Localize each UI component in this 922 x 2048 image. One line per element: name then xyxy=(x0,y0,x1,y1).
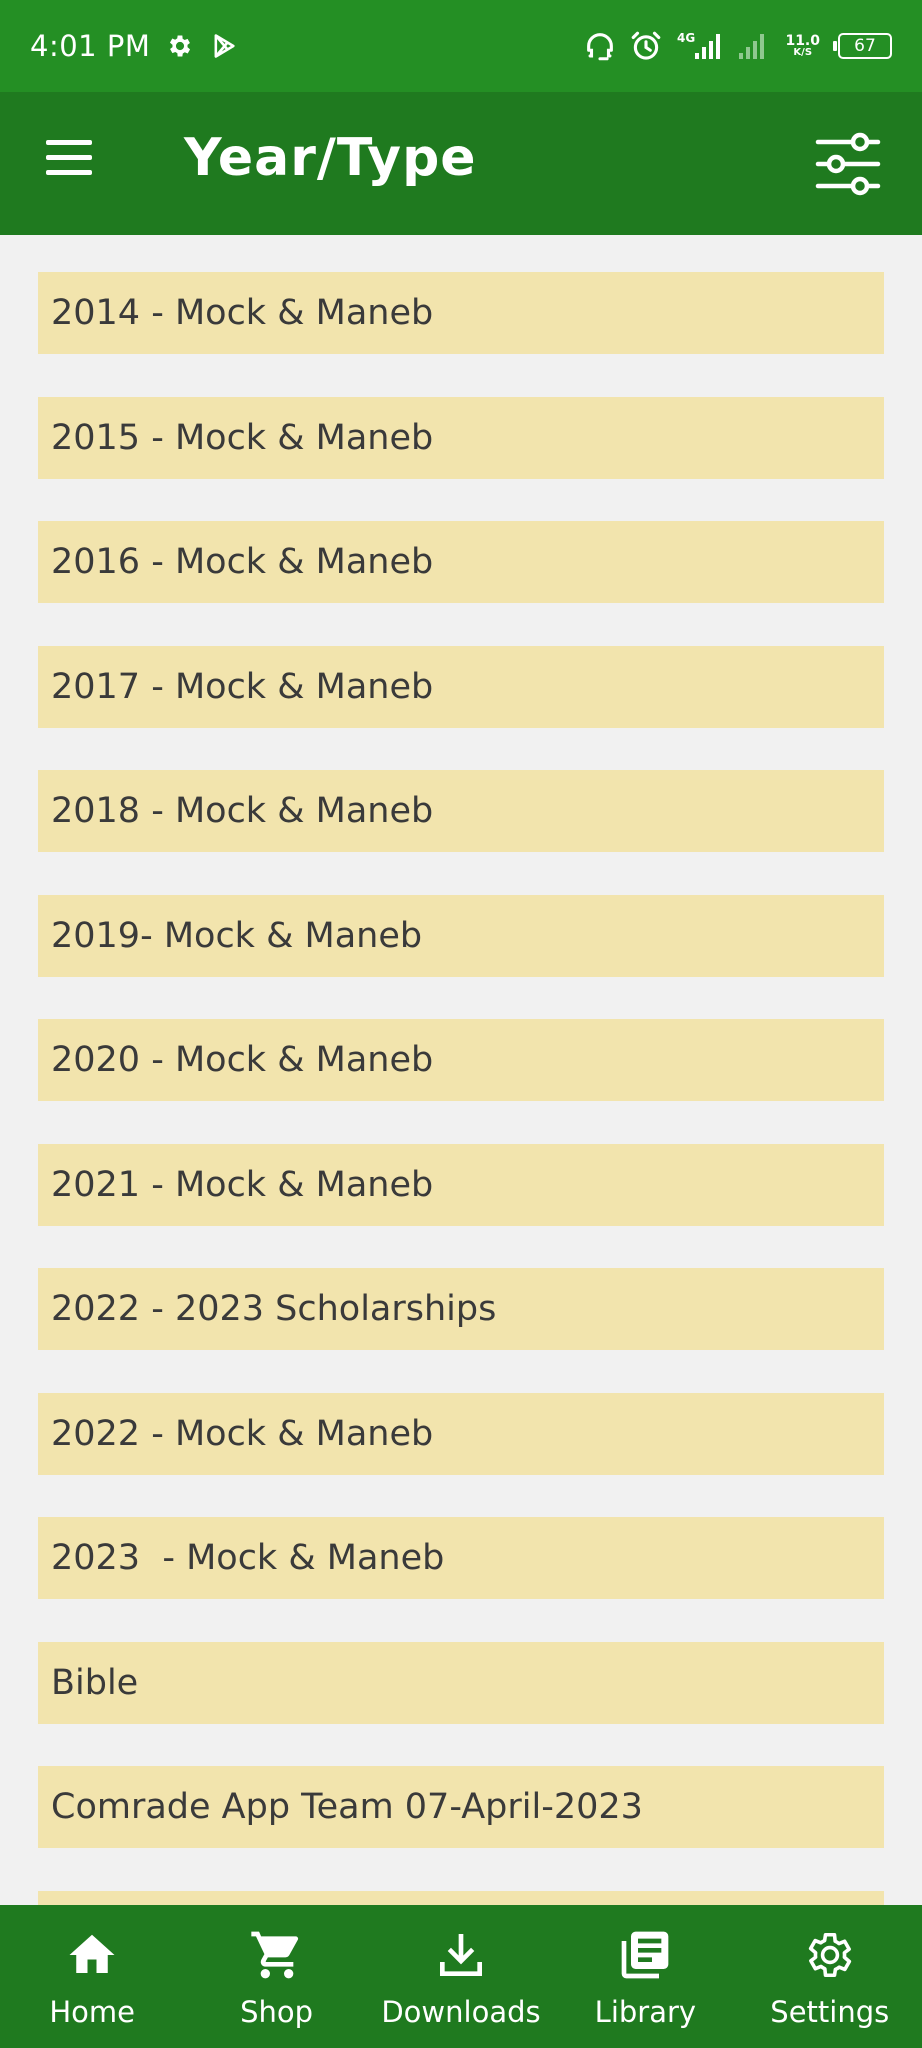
app-bar: Year/Type xyxy=(0,92,922,235)
bottom-nav: Home Shop Downloads Library Settings xyxy=(0,1905,922,2048)
nav-settings-label: Settings xyxy=(770,1995,890,2029)
list-item-2019[interactable]: 2019- Mock & Maneb xyxy=(38,894,884,977)
nav-library[interactable]: Library xyxy=(553,1905,737,2048)
nav-shop[interactable]: Shop xyxy=(184,1905,368,2048)
list-item-2015[interactable]: 2015 - Mock & Maneb xyxy=(38,396,884,479)
hamburger-icon xyxy=(46,140,92,145)
list-item-comrade-app-team[interactable]: Comrade App Team 07-April-2023 xyxy=(38,1766,884,1848)
list-item-2018[interactable]: 2018 - Mock & Maneb xyxy=(38,770,884,852)
headset-icon xyxy=(583,29,617,63)
net-speed-value: 11.0 xyxy=(785,33,820,49)
list-item-2017[interactable]: 2017 - Mock & Maneb xyxy=(38,645,884,728)
play-store-icon xyxy=(210,32,238,60)
download-icon xyxy=(433,1927,489,1983)
gear-icon xyxy=(166,32,194,60)
nav-downloads[interactable]: Downloads xyxy=(369,1905,553,2048)
year-type-list[interactable]: 2014 - Mock & Maneb 2015 - Mock & Maneb … xyxy=(0,235,922,1905)
nav-home[interactable]: Home xyxy=(0,1905,184,2048)
filter-button[interactable] xyxy=(814,130,882,198)
nav-home-label: Home xyxy=(49,1995,136,2029)
signal-4g-icon: 4G xyxy=(675,29,725,63)
nav-settings[interactable]: Settings xyxy=(738,1905,922,2048)
list-item-2023[interactable]: 2023 - Mock & Maneb xyxy=(38,1517,884,1599)
list-item-2016[interactable]: 2016 - Mock & Maneb xyxy=(38,521,884,603)
page-title: Year/Type xyxy=(184,128,477,188)
list-item-2014[interactable]: 2014 - Mock & Maneb xyxy=(38,272,884,354)
list-item-2022[interactable]: 2022 - Mock & Maneb xyxy=(38,1392,884,1475)
alarm-icon xyxy=(629,29,663,63)
screen: 4:01 PM 4G 11.0 K/S 67 Year/Type 2014 - … xyxy=(0,0,922,2048)
list-item-2021[interactable]: 2021 - Mock & Maneb xyxy=(38,1143,884,1226)
sliders-icon xyxy=(815,132,881,196)
cart-icon xyxy=(249,1927,305,1983)
battery-icon: 67 xyxy=(833,33,892,59)
home-icon xyxy=(64,1927,120,1983)
signal-icon xyxy=(737,29,769,63)
nav-downloads-label: Downloads xyxy=(381,1995,541,2029)
status-left: 4:01 PM xyxy=(30,29,238,63)
nav-shop-label: Shop xyxy=(240,1995,314,2029)
net-speed-unit: K/S xyxy=(793,47,813,58)
svg-text:4G: 4G xyxy=(677,31,695,45)
list-item-2020[interactable]: 2020 - Mock & Maneb xyxy=(38,1019,884,1101)
gear-icon xyxy=(802,1927,858,1983)
list-item-2022-scholarships[interactable]: 2022 - 2023 Scholarships xyxy=(38,1268,884,1350)
nav-library-label: Library xyxy=(594,1995,697,2029)
status-right: 4G 11.0 K/S 67 xyxy=(583,29,892,63)
list-item-bible[interactable]: Bible xyxy=(38,1641,884,1724)
status-bar: 4:01 PM 4G 11.0 K/S 67 xyxy=(0,0,922,92)
library-icon xyxy=(617,1927,673,1983)
status-time: 4:01 PM xyxy=(30,29,151,63)
list-item-partial[interactable] xyxy=(38,1890,884,1905)
menu-button[interactable] xyxy=(46,140,96,186)
network-speed: 11.0 K/S xyxy=(785,34,820,58)
